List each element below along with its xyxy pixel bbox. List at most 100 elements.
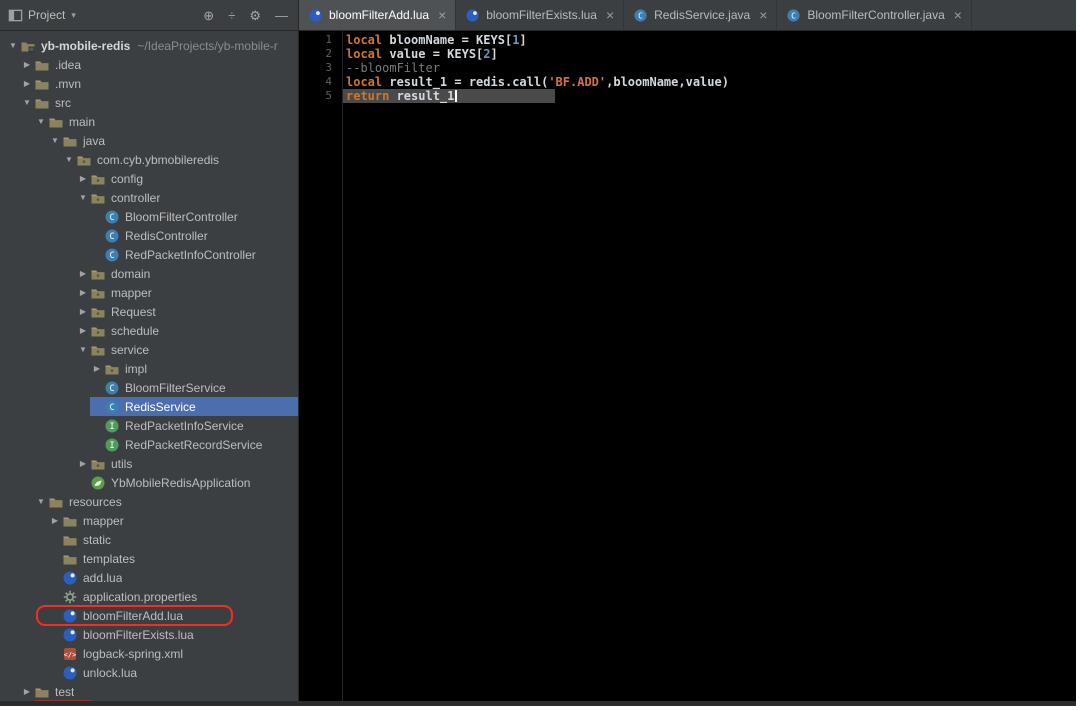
editor[interactable]: 1 local bloomName = KEYS[1] 2 local value =… [298,31,1076,701]
tree-item-test[interactable]: ▶ test [0,682,298,701]
tree-item-service[interactable]: ▼ service [0,340,298,359]
tree-item-redpacketinfoservice[interactable]: I RedPacketInfoService [0,416,298,435]
locate-file-icon[interactable]: ⊕ [203,9,214,22]
class-icon: C [104,247,120,263]
tree-item-controller[interactable]: ▼ controller [0,188,298,207]
chevron-expanded-icon[interactable]: ▼ [62,150,76,169]
tree-item-resources[interactable]: ▼ resources [0,492,298,511]
tree-item-com-cyb-ybmobileredis[interactable]: ▼ com.cyb.ybmobileredis [0,150,298,169]
code-line-2[interactable]: 2 local value = KEYS[2] [299,47,1076,61]
status-bar-strip [0,701,1076,706]
tree-item-main[interactable]: ▼ main [0,112,298,131]
tree-item-java[interactable]: ▼ java [0,131,298,150]
tree-item-ybmobileredisapplication[interactable]: YbMobileRedisApplication [0,473,298,492]
chevron-collapsed-icon[interactable]: ▶ [20,74,34,93]
chevron-collapsed-icon[interactable]: ▶ [20,682,34,701]
chevron-expanded-icon[interactable]: ▼ [20,93,34,112]
class-icon: C [104,209,120,225]
tree-item-application-properties[interactable]: application.properties [0,587,298,606]
chevron-expanded-icon[interactable]: ▼ [76,340,90,359]
close-tab-icon[interactable]: × [759,8,767,22]
tree-item-redpacketrecordservice[interactable]: I RedPacketRecordService [0,435,298,454]
chevron-collapsed-icon[interactable]: ▶ [76,264,90,283]
chevron-collapsed-icon[interactable]: ▶ [48,511,62,530]
tree-item-bloomfilteradd-lua[interactable]: bloomFilterAdd.lua [0,605,298,626]
hide-panel-icon[interactable]: — [275,9,288,22]
tree-item-unlock-lua[interactable]: unlock.lua [0,663,298,682]
tree-item-label: src [55,95,71,110]
tree-item-mvn[interactable]: ▶ .mvn [0,74,298,93]
project-panel-title[interactable]: Project [28,8,65,22]
chevron-collapsed-icon[interactable]: ▶ [76,283,90,302]
tree-item-label: BloomFilterController [125,209,238,224]
tree-item-label: YbMobileRedisApplication [111,475,251,490]
code-area[interactable]: 1 local bloomName = KEYS[1] 2 local value =… [299,31,1076,103]
tree-item-bloomfiltercontroller[interactable]: C BloomFilterController [0,207,298,226]
tree-item-config[interactable]: ▶ config [0,169,298,188]
tree-item-logback-spring-xml[interactable]: </> logback-spring.xml [0,644,298,663]
tree-item-label: service [111,342,150,357]
code-line-3[interactable]: 3 --bloomFilter [299,61,1076,75]
code-line-5[interactable]: 5 return result_1 [299,89,1076,103]
tree-item-rediscontroller[interactable]: C RedisController [0,226,298,245]
settings-gear-icon[interactable]: ⚙ [249,9,261,22]
line-number: 4 [325,75,332,88]
close-tab-icon[interactable]: × [606,8,614,22]
tree-item-impl[interactable]: ▶ impl [0,359,298,378]
tree-item-bloomfilterservice[interactable]: C BloomFilterService [0,378,298,397]
chevron-collapsed-icon[interactable]: ▶ [76,169,90,188]
tree-item-schedule[interactable]: ▶ schedule [0,321,298,340]
tree-item-redisservice[interactable]: C RedisService [0,397,298,416]
tab-bloomfilteradd-lua[interactable]: bloomFilterAdd.lua × [299,0,457,30]
chevron-collapsed-icon[interactable]: ▶ [76,454,90,473]
tree-item-mapper[interactable]: ▶ mapper [0,283,298,302]
tree-item-label: application.properties [83,589,198,604]
tree-item-domain[interactable]: ▶ domain [0,264,298,283]
code-line-1[interactable]: 1 local bloomName = KEYS[1] [299,33,1076,47]
tree-item-label: impl [125,361,148,376]
chevron-collapsed-icon[interactable]: ▶ [20,55,34,74]
tree-item-static[interactable]: static [0,530,298,549]
properties-icon [62,589,78,605]
class-icon: C [786,8,801,23]
chevron-expanded-icon[interactable]: ▼ [34,492,48,511]
tree-item-utils[interactable]: ▶ utils [0,454,298,473]
tree-item-yb-mobile-redis[interactable]: ▼ yb-mobile-redis ~/IdeaProjects/yb-mobile… [0,36,298,55]
tree-item-redpacketinfocontroller[interactable]: C RedPacketInfoController [0,245,298,264]
chevron-expanded-icon[interactable]: ▼ [48,131,62,150]
chevron-expanded-icon[interactable]: ▼ [34,112,48,131]
tree-item-content: bloomFilterExists.lua [48,625,298,644]
chevron-collapsed-icon[interactable]: ▶ [90,359,104,378]
code-token: value = KEYS[ [389,47,484,61]
tab-bloomfiltercontroller-java[interactable]: C BloomFilterController.java × [777,0,972,30]
chevron-down-icon[interactable]: ▾ [71,10,76,21]
chevron-expanded-icon[interactable]: ▼ [6,36,20,55]
code-token: local [346,47,390,61]
close-tab-icon[interactable]: × [954,8,962,22]
tree-item-mapper[interactable]: ▶ mapper [0,511,298,530]
tab-bloomfilterexists-lua[interactable]: bloomFilterExists.lua × [456,0,625,30]
collapse-all-icon[interactable]: ÷ [228,9,235,22]
line-number: 5 [325,89,332,102]
tab-redisservice-java[interactable]: C RedisService.java × [624,0,778,30]
chevron-collapsed-icon[interactable]: ▶ [76,321,90,340]
tree-item-label: RedPacketRecordService [125,437,263,452]
tree-item-bloomfilterexists-lua[interactable]: bloomFilterExists.lua [0,625,298,644]
code-line-4[interactable]: 4 local result_1 = redis.call('BF.ADD',bl… [299,75,1076,89]
tree-item-idea[interactable]: ▶ .idea [0,55,298,74]
close-tab-icon[interactable]: × [438,8,446,22]
chevron-expanded-icon[interactable]: ▼ [76,188,90,207]
tree-item-request[interactable]: ▶ Request [0,302,298,321]
line-number: 2 [325,47,332,60]
tree-item-label: bloomFilterAdd.lua [83,608,184,623]
package-icon [76,152,92,168]
tree-item-templates[interactable]: templates [0,549,298,568]
tree-item-add-lua[interactable]: add.lua [0,568,298,587]
package-icon [90,304,106,320]
tree-item-src[interactable]: ▼ src [0,93,298,112]
project-tool-window-icon[interactable] [8,8,23,23]
chevron-collapsed-icon[interactable]: ▶ [76,302,90,321]
